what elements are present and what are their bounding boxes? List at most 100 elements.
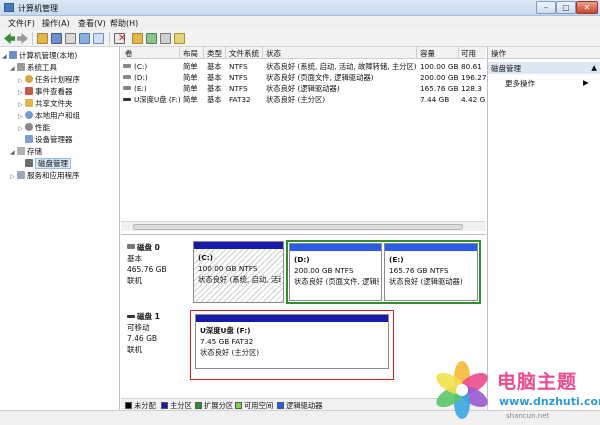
column-header-volume[interactable]: 卷: [125, 48, 133, 59]
column-header-free[interactable]: 可用: [461, 48, 476, 59]
volume-name: (D:): [134, 73, 148, 82]
collapse-triangle-icon[interactable]: ▲: [591, 63, 597, 72]
rescan-disks-icon[interactable]: [160, 33, 171, 44]
expand-arrow-icon[interactable]: ▷: [18, 77, 25, 84]
column-header-type[interactable]: 类型: [207, 48, 222, 59]
partition-f[interactable]: U深度U盘 (F:) 7.45 GB FAT32 状态良好 (主分区): [195, 314, 389, 369]
partition-e[interactable]: (E:) 165.76 GB NTFS 状态良好 (逻辑驱动器): [384, 243, 478, 301]
folder-icon[interactable]: [37, 33, 48, 44]
watermark-domain: www.dnzhuti.com: [499, 395, 600, 408]
column-header-filesystem[interactable]: 文件系统: [229, 48, 259, 59]
horizontal-scrollbar[interactable]: [121, 221, 486, 231]
column-header-status[interactable]: 状态: [266, 48, 281, 59]
expand-arrow-icon[interactable]: ▷: [10, 173, 17, 180]
volume-capacity: 200.00 GB: [420, 73, 459, 82]
users-icon: [25, 111, 33, 119]
menu-help[interactable]: 帮助(H): [110, 18, 138, 29]
column-separator[interactable]: [225, 47, 226, 59]
export-list-icon[interactable]: [93, 33, 104, 44]
tree-item-disk-management[interactable]: 磁盘管理: [25, 158, 71, 169]
column-header-capacity[interactable]: 容量: [420, 48, 435, 59]
partition-c[interactable]: (C:) 100.00 GB NTFS 状态良好 (系统, 启动, 活动: [193, 241, 284, 303]
tree-item-system-tools[interactable]: ◢ 系统工具: [10, 62, 57, 73]
column-separator[interactable]: [262, 47, 263, 59]
minimize-button[interactable]: –: [536, 1, 556, 14]
table-row[interactable]: (C:) 简单 基本 NTFS 状态良好 (系统, 启动, 活动, 故障转储, …: [121, 61, 486, 72]
volume-icon: [123, 64, 131, 68]
column-separator[interactable]: [179, 47, 180, 59]
watermark-site: shancun.net: [506, 412, 550, 420]
properties-icon[interactable]: [65, 33, 76, 44]
disk-name: 磁盘 1: [137, 312, 160, 321]
disk-type: 可移动: [127, 323, 150, 332]
collapse-arrow-icon[interactable]: ◢: [10, 65, 17, 72]
column-header-layout[interactable]: 布局: [183, 48, 198, 59]
volume-capacity: 165.76 GB: [420, 84, 459, 93]
console-tree-icon[interactable]: [51, 33, 62, 44]
watermark-brand: 电脑主题: [497, 371, 578, 393]
disk-status: 联机: [127, 276, 142, 285]
table-row[interactable]: U深度U盘 (F:) 简单 基本 FAT32 状态良好 (主分区) 7.44 G…: [121, 94, 486, 105]
scrollbar-thumb[interactable]: [133, 224, 463, 230]
menu-view[interactable]: 查看(V): [78, 18, 106, 29]
tools-icon: [17, 63, 25, 71]
more-actions-link[interactable]: 更多操作 ▶: [505, 78, 589, 89]
clock-icon: [25, 75, 33, 83]
column-separator[interactable]: [458, 47, 459, 59]
tree-item-event-viewer[interactable]: ▷ 事件查看器: [18, 86, 73, 97]
expand-arrow-icon[interactable]: ▷: [18, 89, 25, 96]
volume-layout: 简单: [183, 62, 198, 71]
view-icon[interactable]: [174, 33, 185, 44]
open-folder-icon[interactable]: [132, 33, 143, 44]
volume-status: 状态良好 (逻辑驱动器): [266, 84, 340, 93]
partition-d[interactable]: (D:) 200.00 GB NTFS 状态良好 (页面文件, 逻辑驱: [289, 243, 382, 301]
check-icon[interactable]: [146, 33, 157, 44]
logical-drive-swatch: [277, 402, 284, 409]
tree-item-root[interactable]: ◢ 计算机管理(本地): [2, 50, 77, 61]
tree-item-task-scheduler[interactable]: ▷ 任务计划程序: [18, 74, 80, 85]
collapse-arrow-icon[interactable]: ◢: [10, 149, 17, 156]
column-separator[interactable]: [203, 47, 204, 59]
tree-item-local-users[interactable]: ▷ 本地用户和组: [18, 110, 80, 121]
menu-action[interactable]: 操作(A): [42, 18, 70, 29]
volume-icon: [123, 75, 131, 79]
column-separator[interactable]: [416, 47, 417, 59]
volume-layout: 简单: [183, 84, 198, 93]
expand-arrow-icon[interactable]: ▷: [18, 125, 25, 132]
back-arrow-icon[interactable]: [4, 33, 15, 44]
primary-swatch: [161, 402, 168, 409]
tree-item-storage[interactable]: ◢ 存储: [10, 146, 42, 157]
volume-type: 基本: [207, 84, 222, 93]
partition-name: (E:): [389, 255, 404, 264]
logical-drive-bar: [385, 244, 477, 251]
disk-0-info[interactable]: 磁盘 0 基本 465.76 GB 联机: [127, 242, 167, 286]
tree-item-services[interactable]: ▷ 服务和应用程序: [10, 170, 80, 181]
services-icon: [17, 171, 25, 179]
tree-item-performance[interactable]: ▷ 性能: [18, 122, 50, 133]
table-row[interactable]: (E:) 简单 基本 NTFS 状态良好 (逻辑驱动器) 165.76 GB 1…: [121, 83, 486, 94]
watermark: 电脑主题 www.dnzhuti.com shancun.net: [428, 355, 600, 425]
close-button[interactable]: ✕: [576, 1, 598, 14]
collapse-arrow-icon[interactable]: ◢: [2, 53, 9, 60]
tree-item-device-manager[interactable]: 设备管理器: [25, 134, 73, 145]
menu-file[interactable]: 文件(F): [8, 18, 35, 29]
title-bar: 计算机管理 – ▢ ✕: [0, 0, 600, 16]
delete-icon[interactable]: ✕: [118, 33, 126, 44]
volume-free: 80.61: [461, 62, 482, 71]
disk-size: 7.46 GB: [127, 334, 158, 343]
actions-section-disk-management[interactable]: 磁盘管理 ▲: [488, 62, 600, 74]
computer-icon: [9, 51, 17, 59]
maximize-button[interactable]: ▢: [556, 1, 576, 14]
table-row[interactable]: (D:) 简单 基本 NTFS 状态良好 (页面文件, 逻辑驱动器) 200.0…: [121, 72, 487, 83]
expand-arrow-icon[interactable]: ▷: [18, 113, 25, 120]
help-icon[interactable]: [79, 33, 90, 44]
disk-1-info[interactable]: 磁盘 1 可移动 7.46 GB 联机: [127, 311, 160, 355]
volume-layout: 简单: [183, 95, 198, 104]
expand-arrow-icon[interactable]: ▷: [18, 101, 25, 108]
volume-list: (C:) 简单 基本 NTFS 状态良好 (系统, 启动, 活动, 故障转储, …: [121, 59, 487, 221]
volume-type: 基本: [207, 62, 222, 71]
tree-item-shared-folders[interactable]: ▷ 共享文件夹: [18, 98, 73, 109]
forward-arrow-icon[interactable]: [17, 33, 28, 44]
volume-free: 196.27: [461, 73, 487, 82]
partition-size: 200.00 GB NTFS: [294, 266, 354, 275]
